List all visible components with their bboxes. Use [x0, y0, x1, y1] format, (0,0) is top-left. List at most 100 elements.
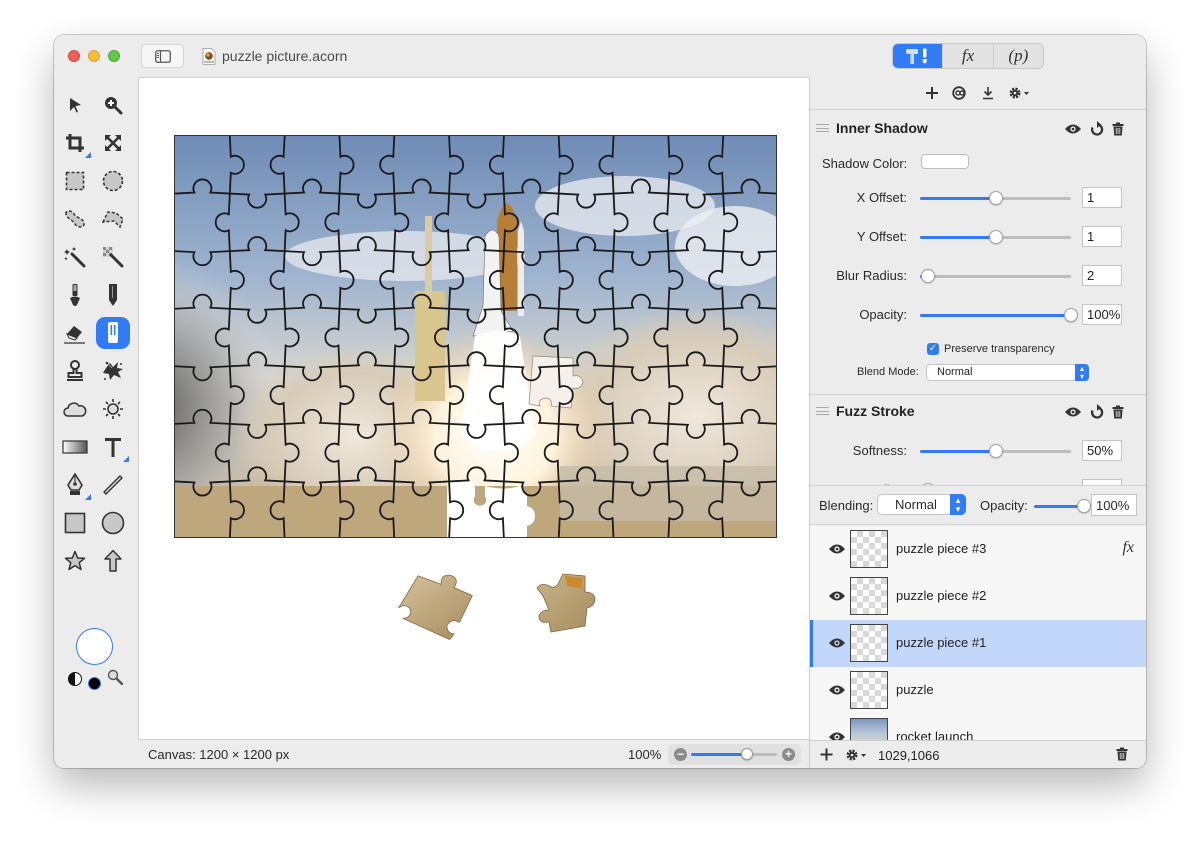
- loose-puzzle-piece-1[interactable]: [397, 570, 477, 642]
- layer-opacity-slider[interactable]: [1034, 499, 1091, 513]
- layer-row[interactable]: puzzle piece #1: [810, 620, 1146, 667]
- layer-row[interactable]: puzzle piece #2: [810, 573, 1146, 620]
- app-window: puzzle picture.acorn fx (p) Canvas: 1200…: [54, 35, 1146, 768]
- eye-icon[interactable]: [828, 731, 846, 740]
- zoom-window-button[interactable]: [108, 50, 120, 62]
- layer-blend-mode-select[interactable]: Normal ▴ ▾: [877, 494, 966, 515]
- sidebar-toggle-button[interactable]: [141, 44, 184, 68]
- tool-instant-alpha[interactable]: [96, 241, 130, 273]
- tool-crop[interactable]: [58, 127, 92, 159]
- tool-oval[interactable]: [96, 507, 130, 539]
- eye-icon[interactable]: [1064, 123, 1082, 135]
- slider-knob[interactable]: [1077, 499, 1091, 513]
- tool-rectangle[interactable]: [58, 507, 92, 539]
- close-button[interactable]: [68, 50, 80, 62]
- eye-icon[interactable]: [828, 590, 846, 602]
- opacity-field[interactable]: 100%: [1082, 304, 1122, 325]
- eye-icon[interactable]: [828, 543, 846, 555]
- delete-layer-button[interactable]: [1116, 747, 1128, 764]
- trash-icon[interactable]: [1112, 122, 1124, 136]
- tool-star[interactable]: [58, 545, 92, 577]
- cloud-icon: [63, 402, 87, 417]
- filter-presets-button[interactable]: [951, 84, 969, 102]
- add-layer-button[interactable]: [820, 745, 833, 766]
- tool-eraser[interactable]: [58, 317, 92, 349]
- minimize-button[interactable]: [88, 50, 100, 62]
- filter-options-button[interactable]: [1007, 84, 1033, 102]
- trash-icon[interactable]: [1112, 405, 1124, 419]
- filter-title: Inner Shadow: [836, 120, 928, 136]
- layer-row[interactable]: puzzle piece #3 fx: [810, 526, 1146, 573]
- loose-puzzle-piece-2[interactable]: [529, 570, 609, 638]
- tool-arrow[interactable]: [96, 545, 130, 577]
- layer-row[interactable]: rocket launch: [810, 714, 1146, 740]
- softness-field[interactable]: 50%: [1082, 440, 1122, 461]
- tool-clone[interactable]: [96, 317, 130, 349]
- inspector-mode-control[interactable]: fx (p): [892, 43, 1044, 69]
- zoom-in-button[interactable]: +: [782, 748, 795, 761]
- softness-row: Softness: 50%: [810, 440, 1146, 462]
- tool-transform[interactable]: [96, 127, 130, 159]
- drag-handle-icon[interactable]: [816, 124, 829, 132]
- layer-thumbnail: [850, 530, 888, 568]
- layer-opacity-field[interactable]: 100%: [1091, 494, 1137, 516]
- x-offset-slider[interactable]: [920, 191, 1071, 205]
- y-offset-field[interactable]: 1: [1082, 226, 1122, 247]
- blur-radius-slider[interactable]: [920, 269, 1071, 283]
- layer-options-button[interactable]: [845, 748, 869, 765]
- eye-icon[interactable]: [828, 684, 846, 696]
- x-offset-field[interactable]: 1: [1082, 187, 1122, 208]
- tool-rect-select[interactable]: [58, 165, 92, 197]
- tool-lasso[interactable]: [58, 203, 92, 235]
- checkmark-icon[interactable]: ✓: [927, 343, 939, 355]
- stroke-color-well[interactable]: [88, 677, 101, 690]
- slider-knob[interactable]: [988, 191, 1003, 205]
- zoom-out-button[interactable]: −: [674, 748, 687, 761]
- tool-bezier-pen[interactable]: [58, 469, 92, 501]
- layer-row[interactable]: puzzle: [810, 667, 1146, 714]
- tool-burn[interactable]: [58, 393, 92, 425]
- tool-gradient[interactable]: [58, 431, 92, 463]
- tool-dodge[interactable]: [96, 393, 130, 425]
- eye-icon[interactable]: [1064, 406, 1082, 418]
- opacity-slider[interactable]: [920, 308, 1078, 322]
- reset-icon[interactable]: [1090, 121, 1104, 137]
- zoom-slider-knob[interactable]: [740, 748, 753, 760]
- blend-mode-select[interactable]: Normal ▴ ▾: [926, 364, 1089, 381]
- slider-knob[interactable]: [920, 269, 935, 283]
- import-filter-button[interactable]: [979, 84, 997, 102]
- add-filter-button[interactable]: [923, 84, 941, 102]
- puzzle-image-layer[interactable]: [174, 135, 777, 538]
- tool-paint-splatter[interactable]: [96, 355, 130, 387]
- tool-pencil[interactable]: [96, 279, 130, 311]
- tool-zoom[interactable]: [96, 89, 130, 121]
- layer-fx-badge[interactable]: fx: [1122, 539, 1134, 557]
- zoom-slider[interactable]: [691, 748, 777, 760]
- tool-magic-wand[interactable]: [58, 241, 92, 273]
- softness-slider[interactable]: [920, 444, 1071, 458]
- tool-brush[interactable]: [58, 279, 92, 311]
- tool-ellipse-select[interactable]: [96, 165, 130, 197]
- fill-color-well[interactable]: [76, 628, 113, 665]
- tab-properties[interactable]: (p): [992, 44, 1043, 68]
- y-offset-slider[interactable]: [920, 230, 1071, 244]
- drag-handle-icon[interactable]: [816, 407, 829, 415]
- blur-radius-field[interactable]: 2: [1082, 265, 1122, 286]
- preserve-transparency-checkbox[interactable]: ✓ Preserve transparency: [927, 341, 1055, 357]
- color-picker-loupe-icon[interactable]: [107, 669, 123, 685]
- tool-line[interactable]: [96, 469, 130, 501]
- swap-colors-icon[interactable]: [68, 672, 82, 686]
- slider-knob[interactable]: [988, 230, 1003, 244]
- slider-knob[interactable]: [1064, 308, 1078, 322]
- canvas-area[interactable]: [138, 77, 809, 739]
- shadow-color-swatch[interactable]: [921, 154, 969, 169]
- tool-select-arrow[interactable]: [58, 89, 92, 121]
- tab-filters[interactable]: fx: [942, 44, 992, 68]
- tool-text[interactable]: [96, 431, 130, 463]
- slider-knob[interactable]: [988, 444, 1003, 458]
- eye-icon[interactable]: [828, 637, 846, 649]
- tool-stamp[interactable]: [58, 355, 92, 387]
- reset-icon[interactable]: [1090, 404, 1104, 420]
- tab-tools[interactable]: [893, 44, 943, 68]
- tool-polygon-lasso[interactable]: [96, 203, 130, 235]
